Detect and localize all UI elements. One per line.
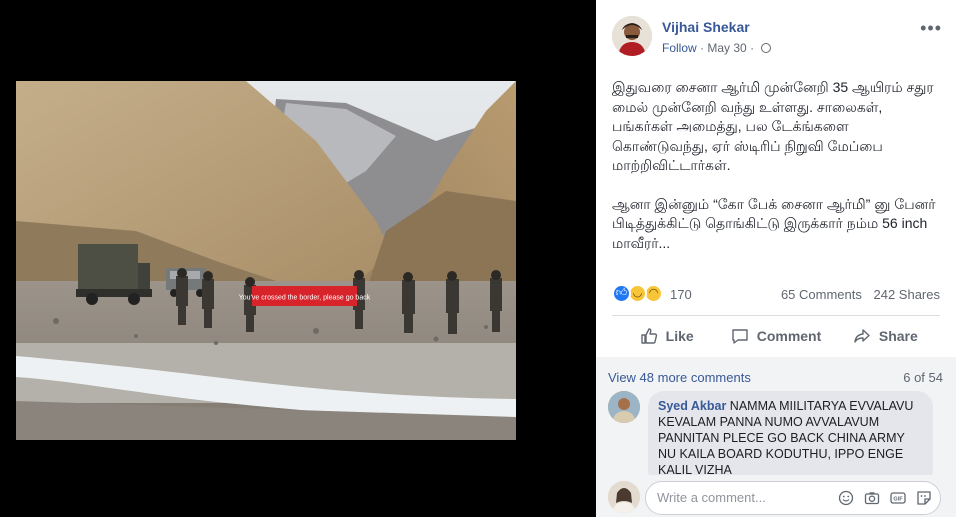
reactions-summary: 👍︎ ◡ ◠ 170 65 Comments 242 Shares <box>612 283 940 307</box>
commenter-avatar[interactable] <box>608 391 640 423</box>
comment-item: Syed Akbar NAMMA MIILITARYA EVVALAVU KEV… <box>608 391 944 475</box>
comment-button[interactable]: Comment <box>721 318 830 354</box>
camera-icon[interactable] <box>864 490 880 506</box>
post-header: Vijhai Shekar Follow · May 30 · ••• <box>612 16 942 60</box>
comment-input[interactable] <box>657 490 827 505</box>
comments-section: View 48 more comments 6 of 54 Syed Akbar… <box>596 357 956 517</box>
gif-icon[interactable]: GIF <box>890 490 906 506</box>
post-photo[interactable]: You've crossed the border, please go bac… <box>16 81 516 440</box>
commenter-name-link[interactable]: Syed Akbar <box>658 399 726 413</box>
thumbs-up-icon <box>640 328 657 344</box>
comment-bubble: Syed Akbar NAMMA MIILITARYA EVVALAVU KEV… <box>648 391 933 475</box>
post-actions: Like Comment Share <box>612 318 940 354</box>
post-paragraph-2: ஆனா இன்னும் “கோ பேக் சைனா ஆர்மி” னு பேனர… <box>612 195 936 251</box>
author-name-link[interactable]: Vijhai Shekar <box>662 19 750 35</box>
divider <box>612 315 940 316</box>
comment-label: Comment <box>756 328 822 344</box>
share-icon <box>854 329 870 343</box>
photo-stage: You've crossed the border, please go bac… <box>0 0 596 517</box>
like-reaction-icon: 👍︎ <box>612 284 631 303</box>
post-paragraph-1: இதுவரை சைனா ஆர்மி முன்னேறி 35 ஆயிரம் சது… <box>612 79 934 173</box>
globe-icon <box>761 43 772 53</box>
meta-separator: · <box>700 41 705 55</box>
composer-icons: GIF <box>838 490 932 508</box>
comment-composer: GIF <box>608 479 944 515</box>
comment-page-count: 6 of 54 <box>903 370 943 385</box>
photo-image: You've crossed the border, please go bac… <box>16 81 516 440</box>
post-date[interactable]: May 30 <box>707 41 746 55</box>
emoji-icon[interactable] <box>838 490 854 506</box>
my-avatar-image <box>608 481 640 513</box>
like-label: Like <box>665 328 694 344</box>
post-text: இதுவரை சைனா ஆர்மி முன்னேறி 35 ஆயிரம் சது… <box>612 78 942 272</box>
shares-count-link[interactable]: 242 Shares <box>874 287 941 302</box>
comment-icon <box>732 329 748 344</box>
post-sidebar: Vijhai Shekar Follow · May 30 · ••• இதுவ… <box>596 0 956 517</box>
follow-link[interactable]: Follow <box>662 41 697 55</box>
share-button[interactable]: Share <box>831 318 940 354</box>
sticker-icon[interactable] <box>916 490 932 506</box>
comments-count-link[interactable]: 65 Comments <box>781 287 862 302</box>
author-avatar-image <box>612 16 652 56</box>
post-meta: Follow · May 30 · <box>662 41 772 55</box>
my-avatar <box>608 481 640 513</box>
photo-viewer: You've crossed the border, please go bac… <box>0 0 956 517</box>
like-button[interactable]: Like <box>612 318 721 354</box>
share-label: Share <box>878 328 918 344</box>
view-more-comments-link[interactable]: View 48 more comments <box>608 370 751 385</box>
author-avatar[interactable] <box>612 16 652 56</box>
comment-input-box[interactable]: GIF <box>645 481 941 515</box>
reaction-count[interactable]: 170 <box>670 287 692 302</box>
more-options-icon[interactable]: ••• <box>920 18 942 39</box>
banner-text: You've crossed the border, please go bac… <box>239 295 371 302</box>
engagement-counts: 65 Comments 242 Shares <box>781 287 940 302</box>
commenter-avatar-image <box>608 391 640 423</box>
meta-separator-2: · <box>750 41 755 55</box>
svg-text:GIF: GIF <box>893 497 903 503</box>
